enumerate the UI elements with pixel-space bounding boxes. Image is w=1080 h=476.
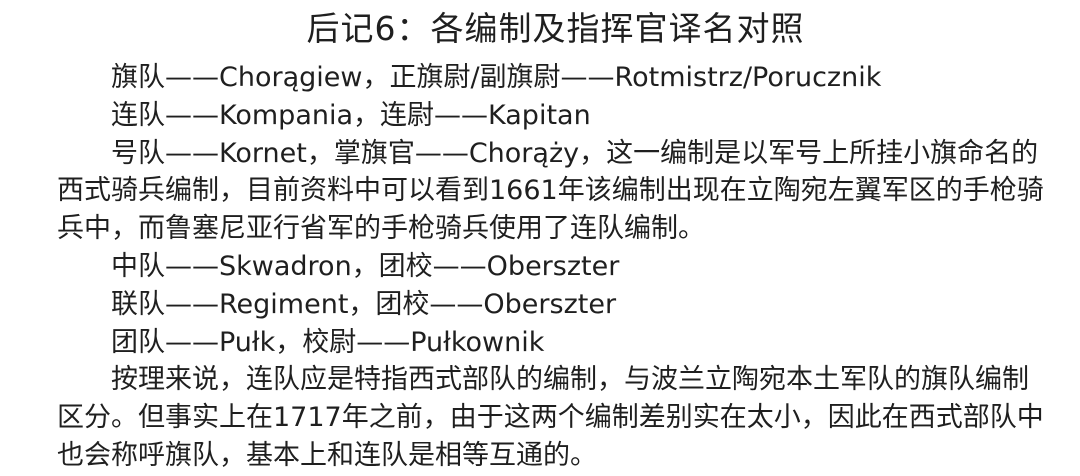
paragraph-company: 连队——Kompania，连尉——Kapitan [111, 99, 591, 131]
paragraph-note: 按理来说，连队应是特指西式部队的编制，与波兰立陶宛本土军队的旗队编制区分。但事实… [57, 364, 1044, 471]
paragraph-kornet: 号队——Kornet，掌旗官——Chorąży，这一编制是以军号上所挂小旗命名的… [57, 137, 1044, 245]
document-page: 后记6：各编制及指挥官译名对照 旗队——Chorągiew，正旗尉/副旗尉——R… [0, 0, 1080, 476]
page-title: 后记6：各编制及指挥官译名对照 [306, 9, 805, 48]
paragraph-regiment: 联队——Regiment，团校——Oberszter [111, 288, 617, 320]
paragraph-squadron: 中队——Skwadron，团校——Oberszter [111, 250, 620, 282]
paragraph-banner-unit: 旗队——Chorągiew，正旗尉/副旗尉——Rotmistrz/Poruczn… [111, 62, 882, 93]
document-body: 旗队——Chorągiew，正旗尉/副旗尉——Rotmistrz/Poruczn… [57, 59, 1054, 475]
paragraph-pulk: 团队——Pułk，校尉——Pułkownik [111, 326, 545, 358]
